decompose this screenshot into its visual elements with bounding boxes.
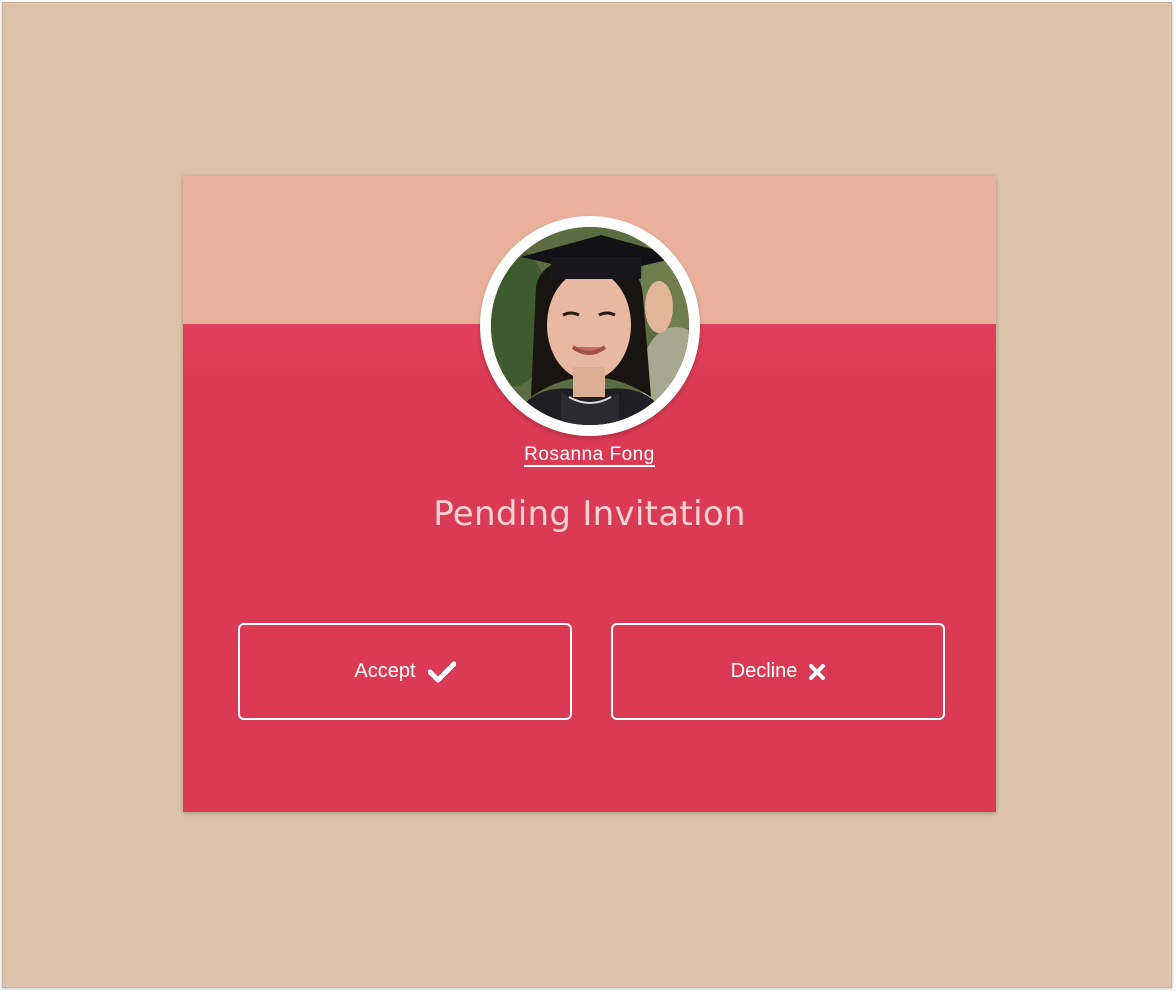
- avatar[interactable]: [480, 216, 700, 436]
- page-title: Pending Invitation: [433, 494, 746, 534]
- x-icon: [809, 663, 826, 680]
- avatar-photo: [491, 227, 689, 425]
- check-icon: [427, 661, 456, 683]
- accept-button[interactable]: Accept: [238, 623, 572, 720]
- avatar-image: [491, 227, 689, 425]
- page-background: Rosanna Fong Pending Invitation Accept D…: [2, 2, 1172, 988]
- user-name-link[interactable]: Rosanna Fong: [524, 444, 655, 467]
- decline-button-label: Decline: [730, 660, 798, 682]
- decline-button[interactable]: Decline: [611, 623, 945, 720]
- user-name: Rosanna Fong: [183, 444, 996, 467]
- invitation-card: Rosanna Fong Pending Invitation Accept D…: [183, 176, 996, 812]
- accept-button-label: Accept: [354, 660, 416, 682]
